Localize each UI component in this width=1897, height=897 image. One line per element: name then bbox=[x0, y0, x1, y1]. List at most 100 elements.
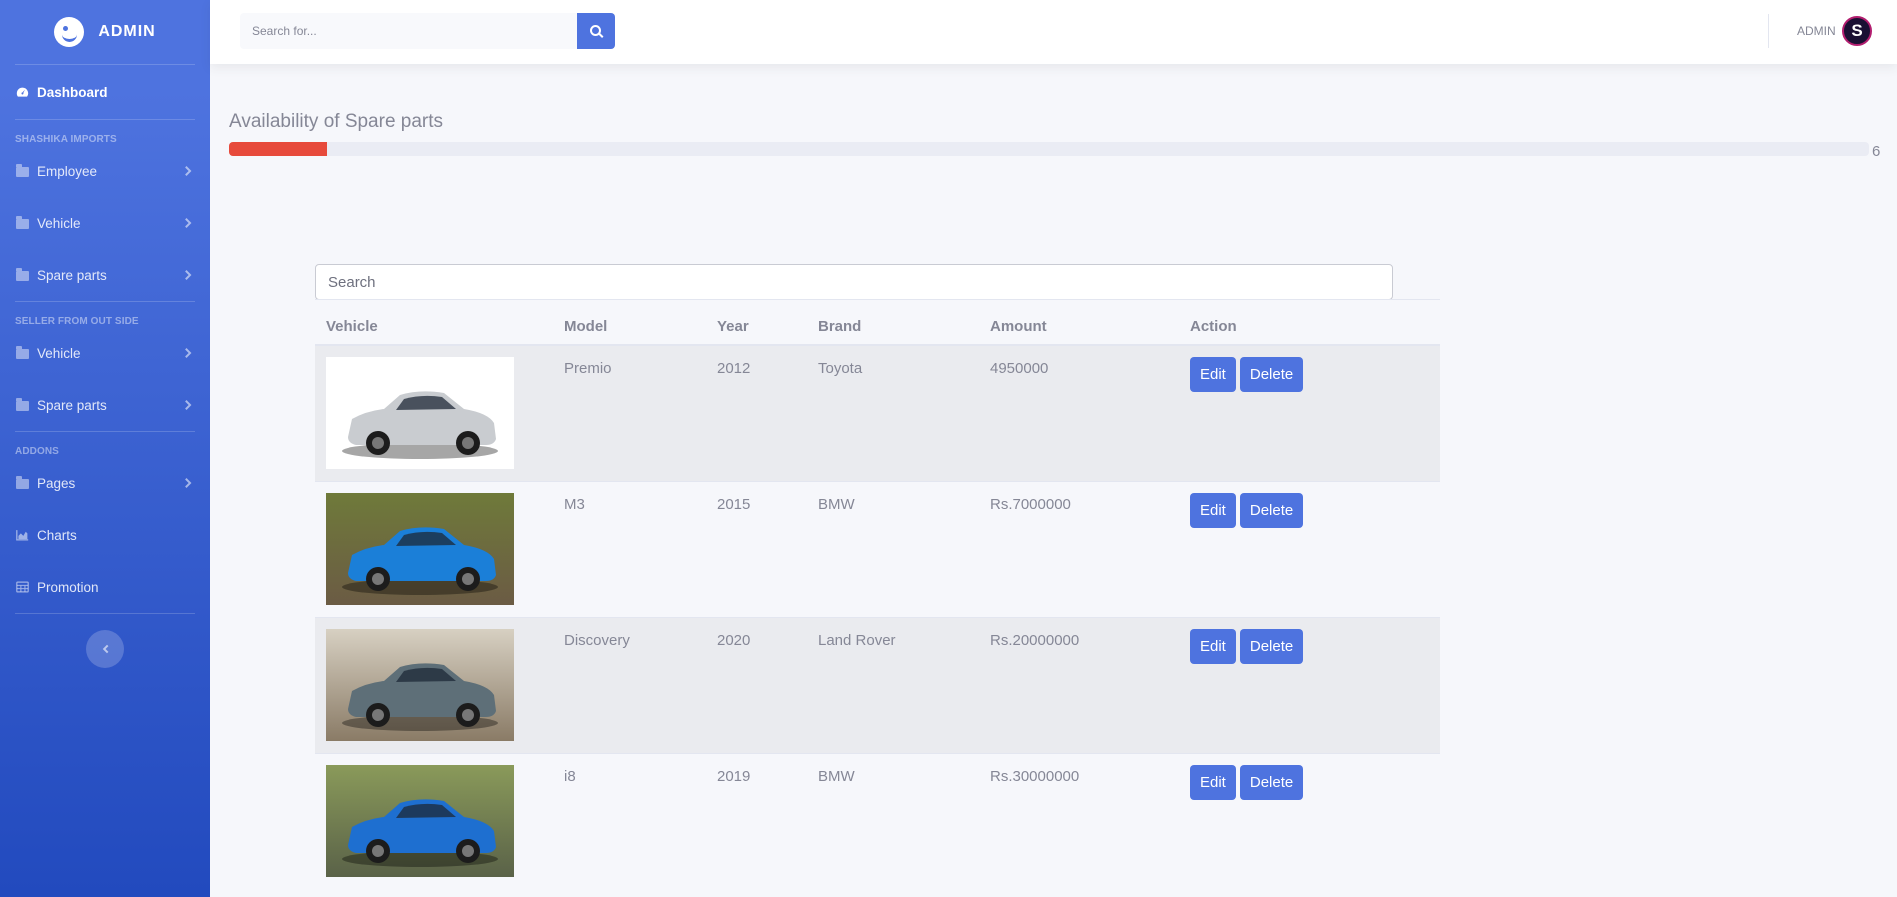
edit-button[interactable]: Edit bbox=[1190, 493, 1236, 528]
progress-fill bbox=[229, 142, 328, 156]
table-row: Premio 2012 Toyota 4950000 Edit Delete bbox=[315, 345, 1440, 481]
sidebar-item-label: Charts bbox=[37, 527, 77, 543]
year-cell: 2012 bbox=[717, 360, 751, 377]
edit-button[interactable]: Edit bbox=[1190, 357, 1236, 392]
amount-cell: Rs.7000000 bbox=[990, 496, 1071, 513]
amount-cell: Rs.20000000 bbox=[990, 632, 1080, 649]
search-icon bbox=[589, 24, 601, 36]
progress-title: Availability of Spare parts bbox=[229, 111, 444, 132]
table-row: i8 2019 BMW Rs.30000000 Edit Delete bbox=[315, 753, 1440, 889]
folder-icon bbox=[15, 398, 29, 412]
folder-icon bbox=[15, 346, 29, 360]
chevron-left-icon bbox=[102, 644, 111, 654]
vehicle-photo bbox=[326, 629, 514, 741]
sidebar-item-label: Spare parts bbox=[37, 397, 107, 413]
sidebar-item-label: Promotion bbox=[37, 579, 99, 595]
topbar: Search for... ADMIN S bbox=[210, 0, 1897, 64]
sidebar-item-label: Spare parts bbox=[37, 267, 107, 283]
header-model: Model bbox=[564, 318, 608, 335]
edit-button[interactable]: Edit bbox=[1190, 629, 1236, 664]
user-name[interactable]: ADMIN bbox=[1797, 24, 1836, 38]
header-vehicle: Vehicle bbox=[326, 318, 378, 335]
table-search-input[interactable]: Search bbox=[315, 264, 1393, 300]
vehicle-photo bbox=[326, 357, 514, 469]
table-row: M3 2015 BMW Rs.7000000 Edit Delete bbox=[315, 481, 1440, 617]
model-cell: Discovery bbox=[564, 632, 630, 649]
chevron-right-icon bbox=[181, 166, 192, 176]
sidebar-item-vehicle[interactable]: Vehicle bbox=[0, 197, 210, 249]
chevron-right-icon bbox=[181, 348, 192, 358]
model-cell: Premio bbox=[564, 360, 612, 377]
sidebar-toggle-button[interactable] bbox=[86, 630, 124, 668]
brand[interactable]: ADMIN bbox=[0, 0, 210, 64]
vehicle-photo bbox=[326, 493, 514, 605]
search-button[interactable] bbox=[577, 13, 615, 49]
folder-icon bbox=[15, 216, 29, 230]
vehicle-table: Vehicle Model Year Brand Amount Action P… bbox=[315, 309, 1440, 889]
amount-cell: 4950000 bbox=[990, 360, 1049, 377]
header-brand: Brand bbox=[818, 318, 862, 335]
sidebar-item-label: Dashboard bbox=[37, 84, 108, 100]
year-cell: 2020 bbox=[717, 632, 751, 649]
amount-cell: Rs.30000000 bbox=[990, 768, 1080, 785]
brand-cell: BMW bbox=[818, 768, 855, 785]
sidebar-item-employee[interactable]: Employee bbox=[0, 145, 210, 197]
sidebar-item-label: Pages bbox=[37, 475, 76, 491]
sidebar-item-spare-parts[interactable]: Spare parts bbox=[0, 249, 210, 301]
delete-button[interactable]: Delete bbox=[1239, 493, 1304, 528]
avatar[interactable]: S bbox=[1842, 16, 1872, 46]
sidebar-heading: SELLER FROM OUT SIDE bbox=[15, 316, 139, 327]
chevron-right-icon bbox=[181, 218, 192, 228]
action-cell: Edit Delete bbox=[1190, 346, 1440, 392]
sidebar-item-promotion[interactable]: Promotion bbox=[0, 561, 210, 613]
progress-value: 6 bbox=[1872, 143, 1881, 160]
chevron-right-icon bbox=[181, 400, 192, 410]
table-divider bbox=[315, 299, 1440, 300]
header-year: Year bbox=[717, 318, 749, 335]
vehicle-cell bbox=[315, 754, 564, 877]
tachometer-icon bbox=[15, 85, 29, 99]
search-input[interactable]: Search for... bbox=[240, 13, 585, 49]
delete-button[interactable]: Delete bbox=[1239, 765, 1304, 800]
action-cell: Edit Delete bbox=[1190, 754, 1440, 800]
action-cell: Edit Delete bbox=[1190, 618, 1440, 664]
table-row: Discovery 2020 Land Rover Rs.20000000 Edit De… bbox=[315, 617, 1440, 753]
sidebar-divider bbox=[15, 613, 195, 614]
brand-cell: BMW bbox=[818, 496, 855, 513]
laugh-wink-icon bbox=[54, 17, 85, 47]
folder-icon bbox=[15, 268, 29, 282]
sidebar: ADMIN Dashboard SHASHIKA IMPORTS Employe… bbox=[0, 0, 210, 897]
table-icon bbox=[15, 580, 29, 594]
sidebar-heading: ADDONS bbox=[15, 446, 59, 457]
vehicle-cell bbox=[315, 346, 564, 469]
folder-icon bbox=[15, 164, 29, 178]
table-body: Premio 2012 Toyota 4950000 Edit Delete M3 2015 B… bbox=[315, 345, 1440, 889]
brand-cell: Toyota bbox=[818, 360, 863, 377]
sidebar-item-outside-vehicle[interactable]: Vehicle bbox=[0, 327, 210, 379]
action-cell: Edit Delete bbox=[1190, 482, 1440, 528]
sidebar-item-label: Vehicle bbox=[37, 215, 81, 231]
vehicle-cell bbox=[315, 482, 564, 605]
progress-bar bbox=[229, 142, 1869, 156]
sidebar-item-charts[interactable]: Charts bbox=[0, 509, 210, 561]
avatar-letter: S bbox=[1851, 21, 1863, 40]
chevron-right-icon bbox=[181, 478, 192, 488]
table-header-row: Vehicle Model Year Brand Amount Action bbox=[315, 309, 1440, 345]
brand-cell: Land Rover bbox=[818, 632, 896, 649]
delete-button[interactable]: Delete bbox=[1239, 357, 1304, 392]
vehicle-cell bbox=[315, 618, 564, 741]
sidebar-item-pages[interactable]: Pages bbox=[0, 457, 210, 509]
chart-area-icon bbox=[15, 528, 29, 542]
sidebar-heading: SHASHIKA IMPORTS bbox=[15, 134, 117, 145]
model-cell: i8 bbox=[564, 768, 576, 785]
edit-button[interactable]: Edit bbox=[1190, 765, 1236, 800]
year-cell: 2019 bbox=[717, 768, 751, 785]
model-cell: M3 bbox=[564, 496, 585, 513]
sidebar-item-outside-spare-parts[interactable]: Spare parts bbox=[0, 379, 210, 431]
sidebar-item-dashboard[interactable]: Dashboard bbox=[0, 65, 210, 119]
folder-icon bbox=[15, 476, 29, 490]
year-cell: 2015 bbox=[717, 496, 751, 513]
brand-text: ADMIN bbox=[98, 23, 156, 40]
sidebar-item-label: Employee bbox=[37, 163, 98, 179]
delete-button[interactable]: Delete bbox=[1239, 629, 1304, 664]
